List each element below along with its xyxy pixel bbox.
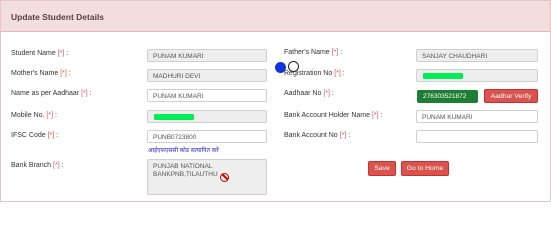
bank-branch-label: Bank Branch [*] : [11,162,64,169]
fathers-name-label: Father's Name [*] : [284,49,343,56]
name-aadhaar-label: Name as per Aadhaar [*] : [11,90,92,97]
panel-header: Update Student Details [1,1,550,32]
account-no-field[interactable] [416,130,538,143]
account-no-label: Bank Account No [*] : [284,132,351,139]
page-title: Update Student Details [11,12,105,22]
aadhaar-no-label: Aadhaar No [*] : [284,90,334,97]
redaction-mask [423,73,463,79]
cursor-circle-icon [288,61,299,72]
mothers-name-label: Mother's Name [*] : [11,70,71,77]
update-student-panel: Update Student Details Student Name [*] … [0,0,551,202]
mobile-no-label: Mobile No. [*] : [11,112,57,119]
redaction-mask [154,114,194,120]
student-name-label: Student Name [*] : [11,50,69,57]
ifsc-label: IFSC Code [*] : [11,132,59,139]
aadhaar-verify-button[interactable]: Aadhar Verify [484,89,538,103]
fathers-name-field[interactable]: SANJAY CHAUDHARI [416,49,538,62]
ifsc-field[interactable]: PUNB0723800 [147,130,267,143]
bank-branch-field[interactable]: PUNJAB NATIONAL BANKPNB,TILAUTHU [147,159,267,195]
aadhaar-no-field[interactable]: 276303521872 [417,90,478,103]
cursor-dot-icon [275,62,286,73]
save-button[interactable]: Save [368,161,396,176]
account-holder-field[interactable]: PUNAM KUMARI [416,110,538,123]
mothers-name-field[interactable]: MADHURI DEVI [147,69,267,82]
account-holder-label: Bank Account Holder Name [*] : [284,112,383,119]
student-name-field[interactable]: PUNAM KUMARI [147,49,267,62]
ifsc-verify-link[interactable]: आईएफएससी कोड सत्यापित करें [148,146,219,154]
go-home-button[interactable]: Go to Home [401,161,449,176]
name-aadhaar-field[interactable]: PUNAM KUMARI [147,89,267,102]
not-allowed-icon [220,173,229,182]
registration-no-field[interactable] [416,69,538,82]
mobile-no-field[interactable] [147,110,267,123]
